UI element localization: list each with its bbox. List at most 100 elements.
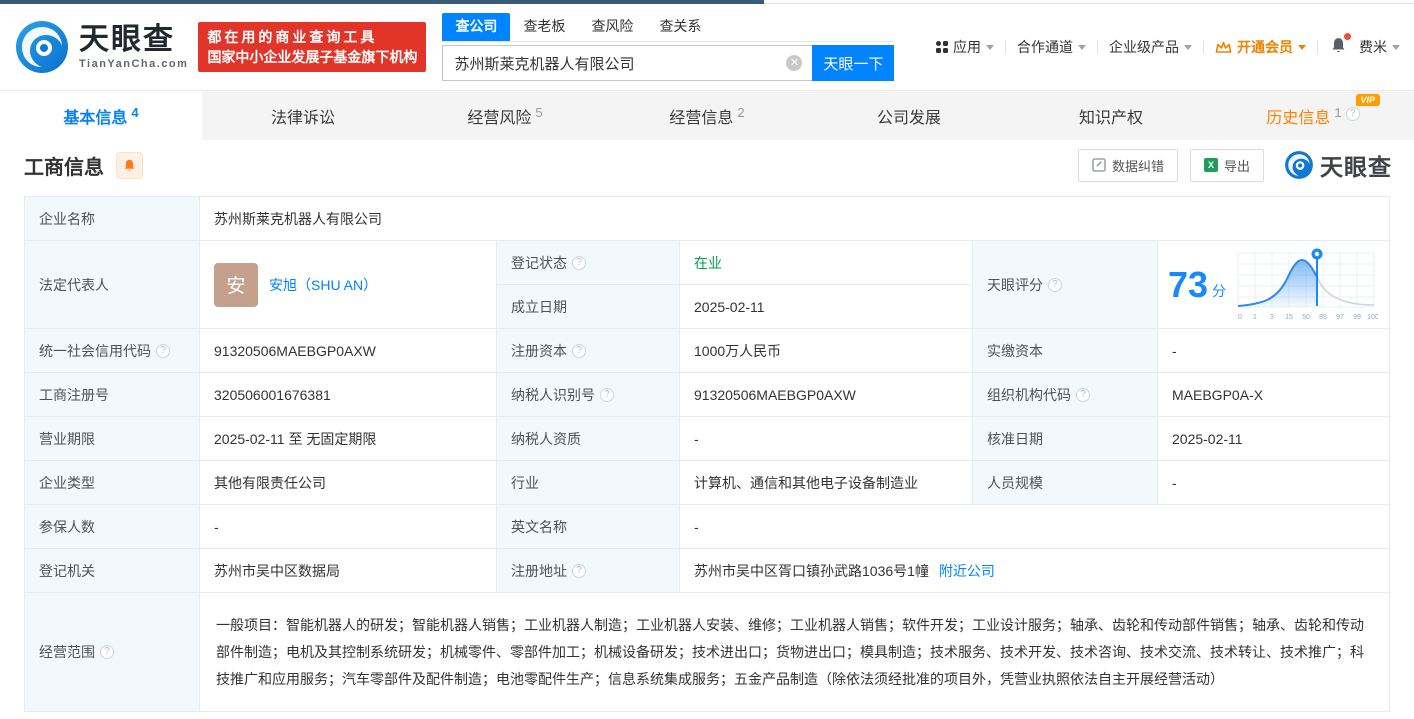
legal-rep-cell: 安 安旭（SHU AN） <box>200 241 497 328</box>
tab-legal-proceedings[interactable]: 法律诉讼 <box>202 91 404 140</box>
nav-enterprise-label: 企业级产品 <box>1109 37 1179 57</box>
tab-history-info[interactable]: VIP 历史信息 1 ? <box>1212 91 1414 140</box>
tab-label: 知识产权 <box>1079 104 1143 128</box>
search-tab-relation[interactable]: 查关系 <box>646 13 714 41</box>
bell-icon <box>122 158 137 173</box>
score-value: 73 <box>1168 267 1208 303</box>
slogan-line2: 国家中小企业发展子基金旗下机构 <box>207 47 417 67</box>
paid-capital-value: - <box>1158 329 1389 372</box>
field-label: 企业类型 <box>25 461 200 504</box>
credit-code-value: 91320506MAEBGP0AXW <box>200 329 497 372</box>
tab-operating-info[interactable]: 经营信息 2 <box>606 91 808 140</box>
reg-capital-value: 1000万人民币 <box>680 329 973 372</box>
help-icon[interactable]: ? <box>572 344 586 358</box>
field-label: 经营范围? <box>25 593 200 711</box>
company-name-value: 苏州斯莱克机器人有限公司 <box>200 197 1389 240</box>
field-label: 天眼评分? <box>973 241 1158 328</box>
nearby-companies-link[interactable]: 附近公司 <box>939 561 995 581</box>
watermark-logo: 天眼查 <box>1284 148 1392 182</box>
nav-divider <box>1097 40 1098 54</box>
search-input[interactable] <box>442 45 812 81</box>
search-tab-company[interactable]: 查公司 <box>442 13 510 41</box>
tab-intellectual-property[interactable]: 知识产权 <box>1010 91 1212 140</box>
score-distribution-chart: 0 1 3 15 50 85 97 99 100 <box>1236 245 1378 325</box>
field-label: 注册地址? <box>497 549 680 592</box>
table-row: 企业类型 其他有限责任公司 行业 计算机、通信和其他电子设备制造业 人员规模 - <box>25 461 1389 505</box>
help-icon[interactable]: ? <box>1048 278 1062 292</box>
taxpayer-quality-value: - <box>680 417 973 460</box>
help-icon[interactable]: ? <box>1346 107 1360 121</box>
help-icon[interactable]: ? <box>572 256 586 270</box>
table-row: 统一社会信用代码? 91320506MAEBGP0AXW 注册资本? 1000万… <box>25 329 1389 373</box>
tab-company-development[interactable]: 公司发展 <box>808 91 1010 140</box>
search-tab-boss[interactable]: 查老板 <box>510 13 578 41</box>
help-icon[interactable]: ? <box>100 645 114 659</box>
nav-user[interactable]: 费米 <box>1359 37 1400 57</box>
tianyancha-logo[interactable]: 天眼查 TianYanCha.com <box>14 19 188 75</box>
section-header: 工商信息 数据纠错 X 导出 <box>24 148 1392 182</box>
help-icon[interactable]: ? <box>1076 388 1090 402</box>
reg-status-link[interactable]: 在业 <box>694 253 722 273</box>
table-row: 工商注册号 320506001676381 纳税人识别号? 91320506MA… <box>25 373 1389 417</box>
avatar[interactable]: 安 <box>214 263 258 307</box>
apps-grid-icon <box>936 41 948 53</box>
nav-open-vip[interactable]: 开通会员 <box>1215 37 1306 57</box>
reg-authority-value: 苏州市吴中区数据局 <box>200 549 497 592</box>
tab-operating-risk[interactable]: 经营风险 5 <box>404 91 606 140</box>
help-icon[interactable]: ? <box>156 344 170 358</box>
tab-label: 历史信息 <box>1266 104 1330 128</box>
help-icon[interactable]: ? <box>572 564 586 578</box>
approval-date-value: 2025-02-11 <box>1158 417 1389 460</box>
org-code-value: MAEBGP0A-X <box>1158 373 1389 416</box>
table-row: 经营范围? 一般项目：智能机器人的研发；智能机器人销售；工业机器人制造；工业机器… <box>25 593 1389 711</box>
svg-text:3: 3 <box>1270 314 1274 321</box>
export-label: 导出 <box>1224 156 1250 175</box>
chevron-down-icon <box>1184 45 1192 50</box>
company-tab-bar: 基本信息 4 法律诉讼 经营风险 5 经营信息 2 公司发展 知识产权 VIP … <box>0 90 1414 140</box>
field-label: 人员规模 <box>973 461 1158 504</box>
search-tab-risk[interactable]: 查风险 <box>578 13 646 41</box>
nav-apps[interactable]: 应用 <box>936 37 994 57</box>
business-scope-value: 一般项目：智能机器人的研发；智能机器人销售；工业机器人制造；工业机器人安装、维修… <box>200 593 1389 711</box>
tab-label: 基本信息 <box>63 104 127 128</box>
search-box: ✕ <box>442 45 812 81</box>
slogan-line1: 都在用的商业查询工具 <box>207 27 417 47</box>
tab-basic-info[interactable]: 基本信息 4 <box>0 91 202 140</box>
data-correction-button[interactable]: 数据纠错 <box>1078 149 1178 182</box>
taxpayer-id-value: 91320506MAEBGP0AXW <box>680 373 973 416</box>
export-button[interactable]: X 导出 <box>1190 149 1264 182</box>
notification-red-dot <box>1344 33 1351 40</box>
reg-number-value: 320506001676381 <box>200 373 497 416</box>
section-actions: 数据纠错 X 导出 天眼查 <box>1078 148 1392 182</box>
tab-label: 公司发展 <box>877 104 941 128</box>
field-label: 注册资本? <box>497 329 680 372</box>
sub-row: 登记状态? 在业 <box>497 241 972 285</box>
search-button[interactable]: 天眼一下 <box>812 45 894 81</box>
nav-divider <box>1203 40 1204 54</box>
tab-label: 经营风险 <box>467 104 531 128</box>
nav-cooperation-channel[interactable]: 合作通道 <box>1017 37 1086 57</box>
chart-x-ticks: 0 1 3 15 50 85 97 99 100 <box>1238 314 1378 321</box>
crown-icon <box>1215 40 1232 55</box>
search-area: 查公司 查老板 查风险 查关系 ✕ 天眼一下 <box>442 13 894 81</box>
svg-text:0: 0 <box>1238 314 1242 321</box>
nav-enterprise-products[interactable]: 企业级产品 <box>1109 37 1192 57</box>
field-label: 核准日期 <box>973 417 1158 460</box>
field-label: 纳税人资质 <box>497 417 680 460</box>
monitor-bell-button[interactable] <box>116 152 143 179</box>
field-label: 纳税人识别号? <box>497 373 680 416</box>
establish-date-value: 2025-02-11 <box>680 285 972 328</box>
field-label: 英文名称 <box>497 505 680 548</box>
score-cell[interactable]: 73 分 <box>1158 241 1389 328</box>
help-icon[interactable]: ? <box>600 388 614 402</box>
legal-rep-link[interactable]: 安旭（SHU AN） <box>269 275 377 295</box>
tab-count: 1 <box>1334 105 1341 120</box>
score-area-fill <box>1238 260 1374 307</box>
excel-icon: X <box>1204 158 1218 172</box>
tab-label: 法律诉讼 <box>271 104 335 128</box>
field-label: 实缴资本 <box>973 329 1158 372</box>
chevron-down-icon <box>1392 45 1400 50</box>
search-tabs: 查公司 查老板 查风险 查关系 <box>442 13 894 42</box>
tab-count: 4 <box>131 105 138 120</box>
notification-bell[interactable] <box>1329 36 1348 58</box>
